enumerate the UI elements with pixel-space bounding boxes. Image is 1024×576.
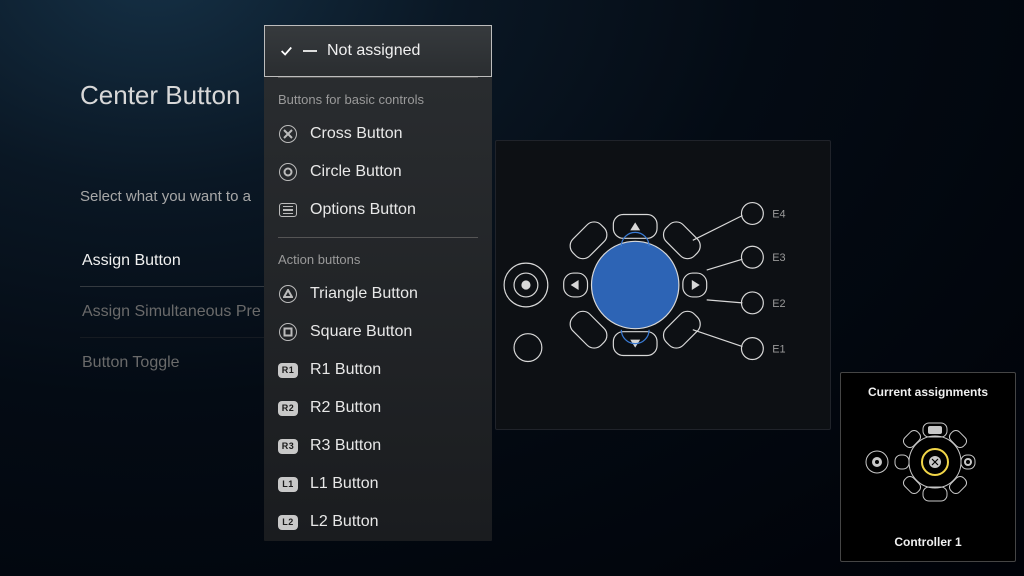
- dropdown-options-button[interactable]: Options Button: [264, 191, 492, 229]
- dropdown-l1-button[interactable]: L1 L1 Button: [264, 465, 492, 503]
- circle-icon: [279, 163, 297, 181]
- dropdown-r3-button[interactable]: R3 R3 Button: [264, 427, 492, 465]
- dropdown-triangle-button[interactable]: Triangle Button: [264, 275, 492, 313]
- port-e1-label: E1: [772, 344, 785, 356]
- l2-icon: L2: [278, 515, 298, 530]
- dropdown-selected-not-assigned[interactable]: Not assigned: [264, 25, 492, 77]
- instruction-text: Select what you want to a: [80, 188, 251, 205]
- dash-icon: [303, 50, 317, 52]
- dropdown-r2-button[interactable]: R2 R2 Button: [264, 389, 492, 427]
- dropdown-section-basic: Buttons for basic controls: [264, 78, 492, 115]
- l1-icon: L1: [278, 477, 298, 492]
- square-icon: [279, 323, 297, 341]
- dropdown-square-button[interactable]: Square Button: [264, 313, 492, 351]
- port-e4-label: E4: [772, 208, 785, 220]
- port-e2-label: E2: [772, 298, 785, 310]
- check-icon: [279, 44, 293, 58]
- assignment-dropdown: Not assigned Buttons for basic controls …: [264, 25, 492, 541]
- page-title: Center Button: [80, 80, 240, 111]
- dropdown-r1-button[interactable]: R1 R1 Button: [264, 351, 492, 389]
- assignments-diagram: [863, 407, 993, 517]
- cross-icon: [279, 125, 297, 143]
- dropdown-l2-button[interactable]: L2 L2 Button: [264, 503, 492, 541]
- current-assignments-card: Current assignments Controller 1: [840, 372, 1016, 562]
- assignments-title: Current assignments: [868, 385, 988, 399]
- r3-icon: R3: [278, 439, 298, 454]
- r1-icon: R1: [278, 363, 298, 378]
- dropdown-selected-label: Not assigned: [327, 42, 420, 60]
- triangle-icon: [279, 285, 297, 303]
- r2-icon: R2: [278, 401, 298, 416]
- controller-diagram-panel: E4 E3 E2 E1: [495, 140, 831, 430]
- port-e3-label: E3: [772, 252, 785, 264]
- dropdown-section-action: Action buttons: [264, 238, 492, 275]
- assignments-controller-label: Controller 1: [894, 535, 961, 549]
- dropdown-circle-button[interactable]: Circle Button: [264, 153, 492, 191]
- dropdown-cross-button[interactable]: Cross Button: [264, 115, 492, 153]
- options-icon: [279, 203, 297, 217]
